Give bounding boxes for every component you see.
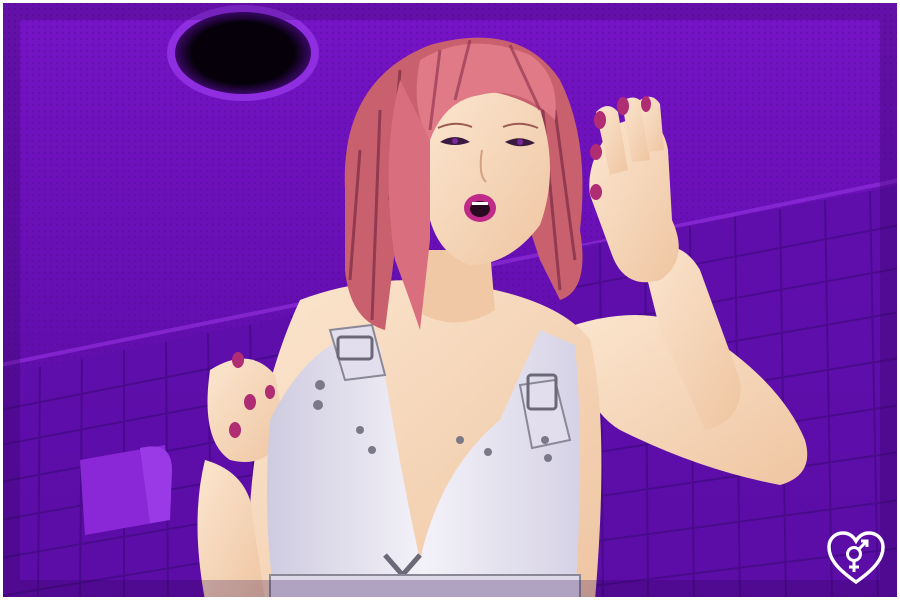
- game-viewport[interactable]: [0, 0, 900, 600]
- heart-gender-symbol-icon[interactable]: [826, 530, 886, 586]
- scene-illustration: [0, 0, 900, 600]
- paper-dispenser: [80, 445, 172, 535]
